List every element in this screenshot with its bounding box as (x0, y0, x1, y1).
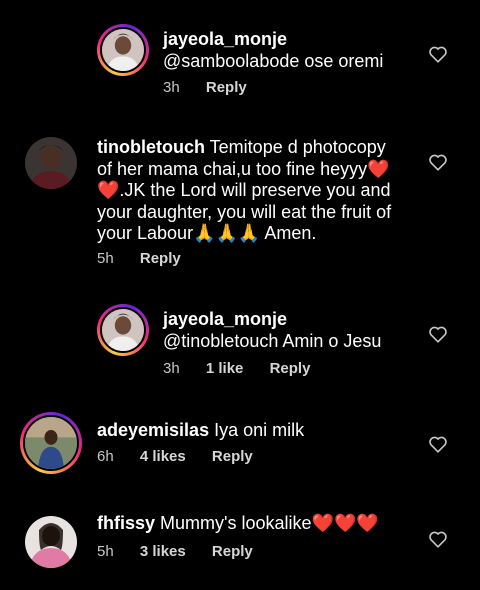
likes-count[interactable]: 1 like (206, 360, 244, 377)
comment-text: Iya oni milk (214, 420, 305, 440)
comment-meta: 6h 4 likes Reply (97, 448, 275, 465)
profile-photo (102, 309, 144, 351)
comment-meta: 5h Reply (97, 250, 203, 267)
comment-time: 5h (97, 250, 114, 267)
avatar-adeyemisilas[interactable] (20, 412, 82, 474)
heart-emoji: ❤️ (367, 158, 390, 179)
comment-body: jayeola_monje @samboolabode ose oremi (163, 29, 423, 72)
comment-text: @tinobletouch Amin o Jesu (163, 330, 382, 351)
avatar-jayeola-monje[interactable] (97, 24, 149, 76)
comment-time: 3h (163, 360, 180, 377)
comment-body: adeyemisilas Iya oni milk (97, 420, 397, 442)
comment-meta: 3h 1 like Reply (163, 360, 332, 377)
comment-username[interactable]: jayeola_monje (163, 309, 287, 329)
heart-outline-icon[interactable] (428, 530, 448, 548)
reply-button[interactable]: Reply (206, 79, 247, 96)
reply-button[interactable]: Reply (140, 250, 181, 267)
comment-4: adeyemisilas Iya oni milk 6h 4 likes Rep… (0, 390, 480, 490)
heart-emoji: ❤️ (311, 513, 334, 533)
heart-emoji: ❤️ (97, 180, 120, 200)
comment-2: tinobletouch Temitope d photocopy of her… (0, 110, 480, 280)
comment-username[interactable]: jayeola_monje (163, 29, 287, 49)
comment-time: 3h (163, 79, 180, 96)
heart-outline-icon[interactable] (428, 153, 448, 171)
comment-text: @samboolabode ose oremi (163, 50, 384, 71)
comment-time: 6h (97, 448, 114, 465)
comment-time: 5h (97, 543, 114, 560)
comment-username[interactable]: adeyemisilas (97, 420, 209, 440)
comment-username[interactable]: fhfissy (97, 513, 155, 533)
avatar-tinobletouch[interactable] (25, 137, 77, 189)
reply-button[interactable]: Reply (270, 360, 311, 377)
likes-count[interactable]: 3 likes (140, 543, 186, 560)
praying-hands-emoji: 🙏 (215, 223, 238, 243)
comment-text-3: Amen. (260, 223, 317, 243)
reply-button[interactable]: Reply (212, 448, 253, 465)
comment-meta: 3h Reply (163, 79, 269, 96)
profile-photo (25, 516, 77, 568)
avatar-fhfissy[interactable] (25, 516, 77, 568)
profile-photo (25, 137, 77, 189)
comment-reply-1: jayeola_monje @samboolabode ose oremi 3h… (0, 0, 480, 110)
praying-hands-emoji: 🙏 (237, 223, 261, 243)
likes-count[interactable]: 4 likes (140, 448, 186, 465)
comment-body: jayeola_monje @tinobletouch Amin o Jesu (163, 309, 423, 352)
heart-outline-icon[interactable] (428, 45, 448, 63)
comment-meta: 5h 3 likes Reply (97, 543, 275, 560)
heart-emoji: ❤️ (333, 513, 357, 533)
reply-button[interactable]: Reply (212, 543, 253, 560)
comment-body: fhfissy Mummy's lookalike❤️❤️❤️ (97, 513, 397, 535)
comment-username[interactable]: tinobletouch (97, 137, 205, 157)
profile-photo (102, 29, 144, 71)
comment-reply-2: jayeola_monje @tinobletouch Amin o Jesu … (0, 280, 480, 390)
comment-body: tinobletouch Temitope d photocopy of her… (97, 137, 397, 245)
avatar-jayeola-monje[interactable] (97, 304, 149, 356)
praying-hands-emoji: 🙏 (193, 223, 216, 243)
heart-outline-icon[interactable] (428, 435, 448, 453)
heart-outline-icon[interactable] (428, 325, 448, 343)
comment-text: Mummy's lookalike (160, 513, 312, 533)
profile-photo (25, 417, 77, 469)
heart-emoji: ❤️ (356, 513, 379, 533)
comment-5: fhfissy Mummy's lookalike❤️❤️❤️ 5h 3 lik… (0, 490, 480, 590)
